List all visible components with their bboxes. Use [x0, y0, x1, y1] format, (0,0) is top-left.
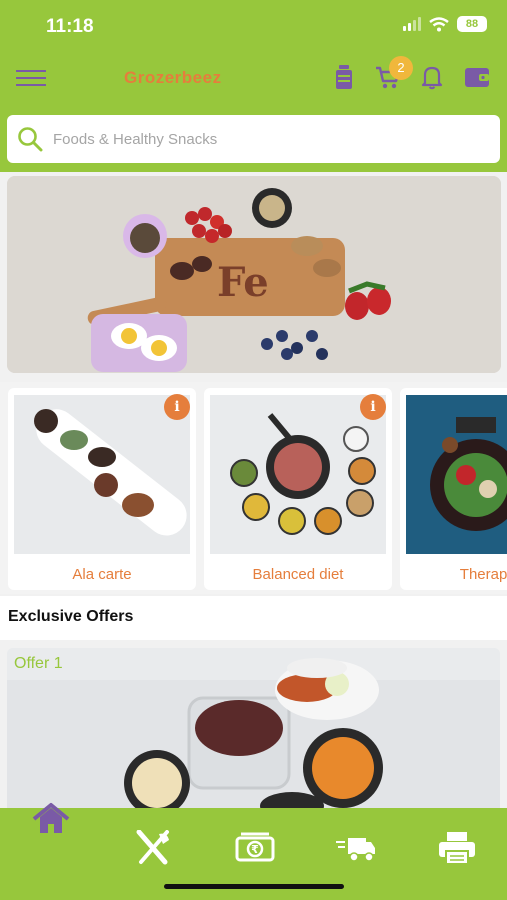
- rupee-money-icon[interactable]: ₹: [235, 830, 275, 866]
- app-title: Grozerbeez: [124, 68, 222, 87]
- status-bar: 11:18 88: [0, 0, 507, 52]
- ala-carte-image: [14, 395, 190, 554]
- category-label: Balanced diet: [252, 566, 344, 583]
- banner-illustration: Fe: [7, 176, 501, 373]
- offer-card[interactable]: Offer 1: [7, 648, 500, 828]
- offer-image: [7, 648, 500, 828]
- info-icon[interactable]: i: [360, 394, 386, 420]
- category-card-ala-carte[interactable]: i Ala carte: [8, 388, 196, 590]
- wifi-icon: [429, 16, 449, 31]
- app-bar: Grozerbeez 2: [0, 52, 507, 105]
- menu-icon[interactable]: [16, 70, 46, 86]
- search-input[interactable]: [53, 130, 473, 148]
- category-carousel[interactable]: i Ala carte i Balanced diet Therap: [0, 382, 507, 594]
- home-icon[interactable]: [31, 802, 71, 838]
- banner-fe-text: Fe: [217, 259, 269, 306]
- promo-banner[interactable]: Fe: [7, 176, 501, 373]
- info-icon[interactable]: i: [164, 394, 190, 420]
- therapeutic-image: [406, 395, 507, 554]
- category-label: Therapeut: [459, 566, 507, 583]
- search-bar[interactable]: [7, 115, 500, 163]
- svg-text:₹: ₹: [251, 843, 259, 856]
- status-icons: 88: [403, 16, 487, 32]
- wallet-icon[interactable]: [463, 64, 489, 90]
- signal-icon: [403, 17, 421, 31]
- grocery-jar-icon[interactable]: [331, 64, 357, 90]
- battery-level: 88: [457, 16, 487, 32]
- home-indicator[interactable]: [164, 884, 344, 889]
- category-card-balanced-diet[interactable]: i Balanced diet: [204, 388, 392, 590]
- top-actions: 2: [331, 56, 489, 90]
- cart-icon[interactable]: 2: [375, 56, 413, 90]
- search-area: [0, 105, 507, 172]
- balanced-diet-image: [210, 395, 386, 554]
- section-title: Exclusive Offers: [0, 596, 507, 640]
- printer-icon[interactable]: [437, 830, 477, 866]
- status-time: 11:18: [46, 16, 94, 37]
- cart-count-badge: 2: [389, 56, 413, 80]
- dining-icon[interactable]: [133, 829, 173, 866]
- category-card-therapeutic[interactable]: Therapeut: [400, 388, 507, 590]
- offer-label: Offer 1: [14, 655, 63, 672]
- category-label: Ala carte: [72, 566, 132, 583]
- search-icon: [18, 127, 43, 152]
- bell-icon[interactable]: [419, 64, 445, 90]
- delivery-truck-icon[interactable]: [336, 830, 376, 866]
